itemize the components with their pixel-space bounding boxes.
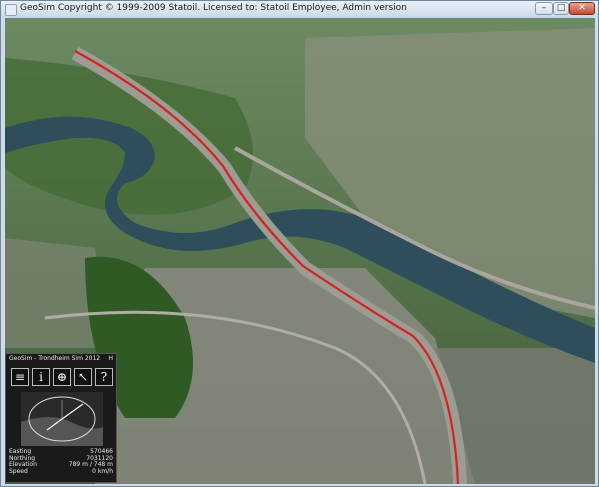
toolbar: ≡ i ⊕ ↖ ?	[11, 368, 113, 388]
compass-icon	[21, 392, 103, 446]
title-bar[interactable]: GeoSim Copyright © 1999-2009 Statoil. Li…	[1, 1, 598, 18]
coordinate-readout: Easting 570466 Northing 7031120 Elevatio…	[9, 448, 113, 476]
speed-value: 0 km/h	[92, 468, 113, 476]
readout-speed: Speed 0 km/h	[9, 468, 113, 476]
info-icon[interactable]: i	[32, 368, 50, 386]
app-window: GeoSim Copyright © 1999-2009 Statoil. Li…	[0, 0, 599, 487]
panel-shortcut[interactable]: H	[108, 355, 113, 362]
help-icon[interactable]: ?	[95, 368, 113, 386]
maximize-button[interactable]: □	[553, 2, 569, 15]
speed-label: Speed	[9, 468, 28, 476]
navigation-panel: GeoSim - Trondheim Sim 2012 H ≡ i ⊕ ↖ ? …	[5, 353, 117, 483]
close-button[interactable]: ✕	[569, 2, 595, 15]
window-title: GeoSim Copyright © 1999-2009 Statoil. Li…	[20, 3, 407, 13]
compass-minimap[interactable]	[21, 392, 103, 446]
tool-icon[interactable]: ↖	[74, 368, 92, 386]
minimize-button[interactable]: –	[535, 2, 553, 15]
list-icon[interactable]: ≡	[11, 368, 29, 386]
globe-icon[interactable]: ⊕	[53, 368, 71, 386]
panel-title: GeoSim - Trondheim Sim 2012	[9, 355, 101, 362]
app-icon	[5, 4, 17, 16]
